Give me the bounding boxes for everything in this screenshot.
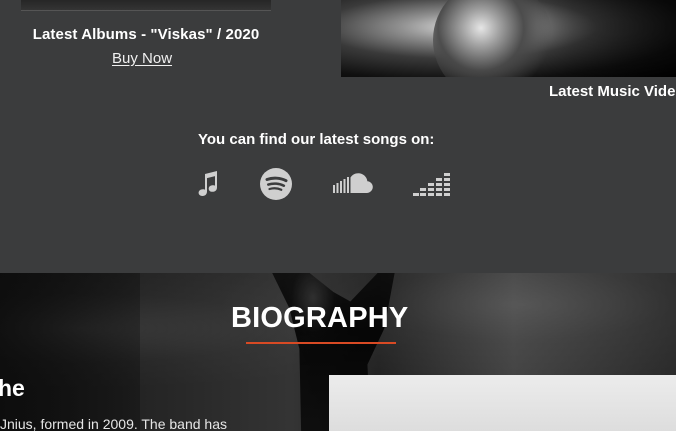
buy-now-link[interactable]: Buy Now (112, 50, 172, 67)
album-title: Latest Albums - "Viskas" / 2020 (32, 26, 260, 43)
streaming-platform-links (190, 165, 460, 203)
deezer-icon[interactable] (412, 165, 452, 203)
streaming-heading: You can find our latest songs on: (198, 131, 435, 148)
biography-title-underline (246, 342, 396, 344)
album-cover-image[interactable] (21, 0, 271, 11)
soundcloud-icon[interactable] (331, 165, 375, 203)
biography-photo (329, 375, 676, 431)
biography-text: Jnius, formed in 2009. The band has (0, 416, 228, 431)
biography-section: BIOGRAPHY he Jnius, formed in 2009. The … (0, 273, 676, 431)
music-note-icon[interactable] (190, 165, 228, 203)
spotify-icon[interactable] (257, 165, 295, 203)
biography-title: BIOGRAPHY (231, 302, 409, 334)
music-video-thumbnail[interactable] (341, 0, 676, 77)
biography-background-shade (0, 273, 140, 431)
biography-subheading: he (0, 375, 25, 401)
music-video-caption: Latest Music Vide (549, 83, 676, 100)
website-page: Latest Albums - "Viskas" / 2020 Buy Now … (0, 0, 676, 431)
